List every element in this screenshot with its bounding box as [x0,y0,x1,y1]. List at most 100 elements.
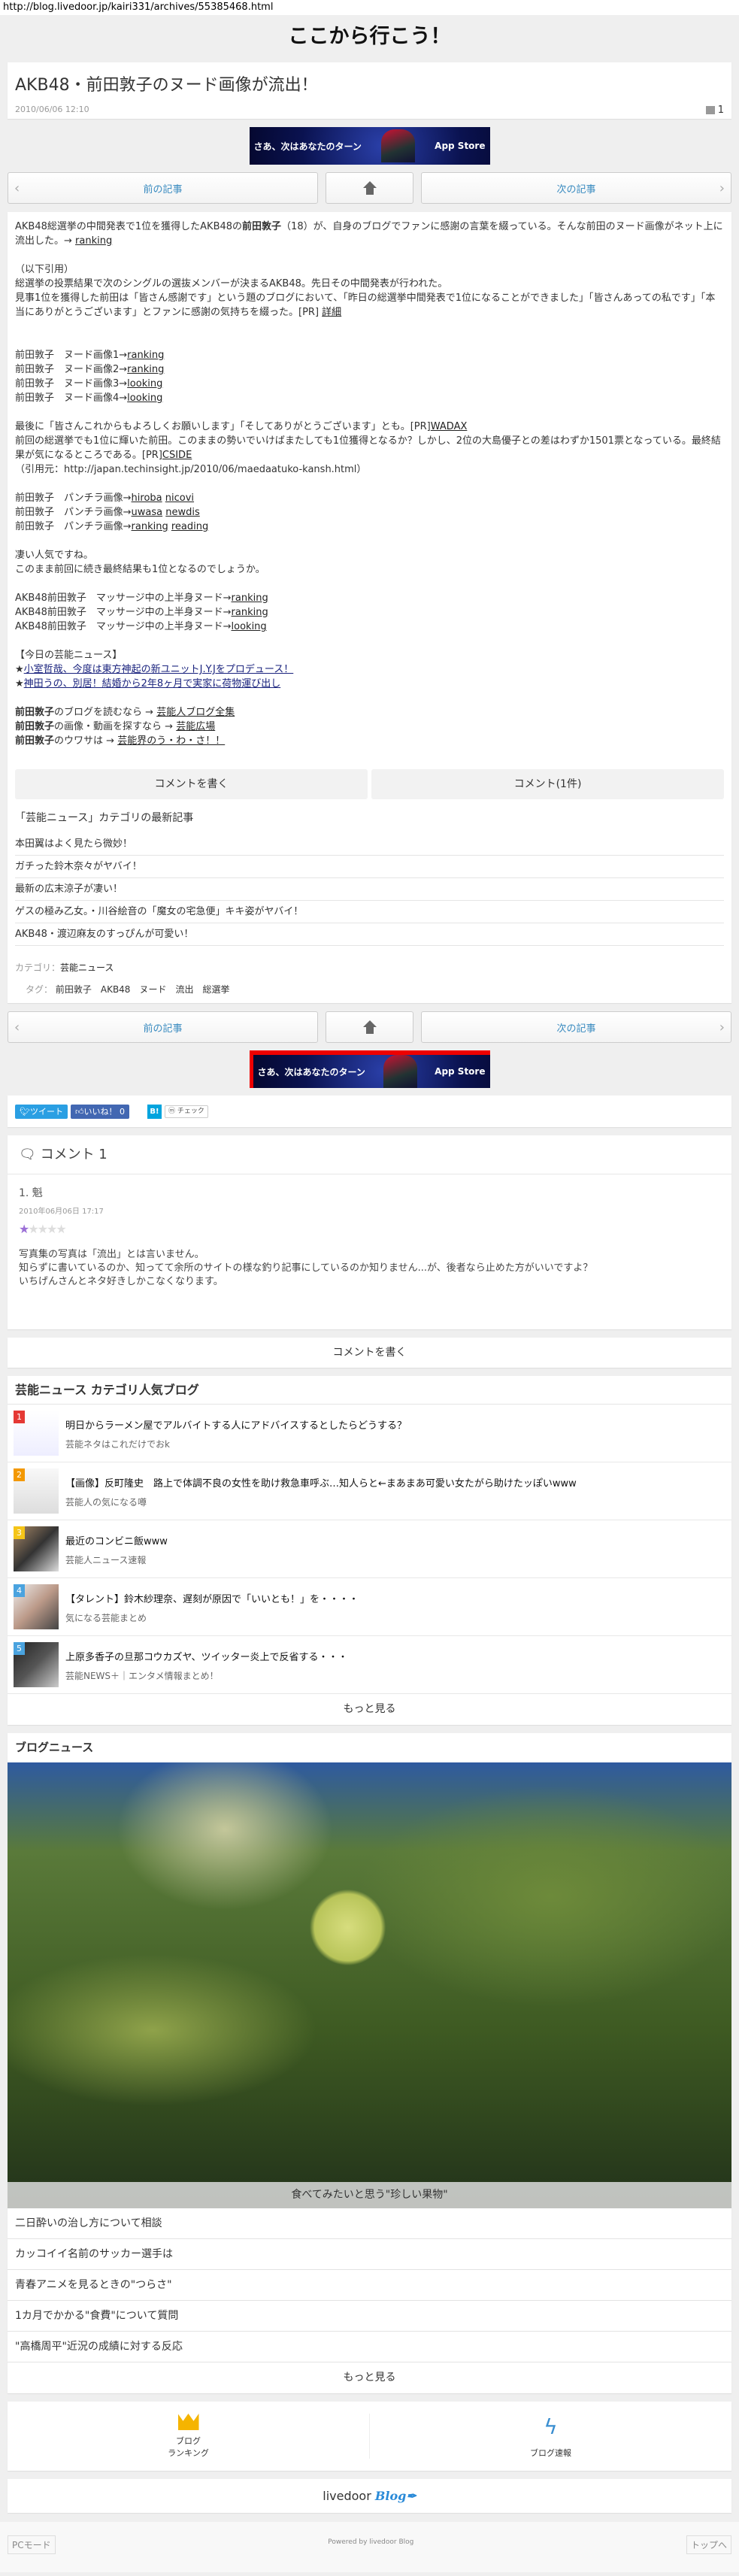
blog-news-item[interactable]: カッコイイ名前のサッカー選手は [8,2239,731,2270]
body-link[interactable]: ranking [75,235,112,247]
body-link[interactable]: looking [232,621,267,632]
body-link[interactable]: uwasa [132,507,163,518]
body-line: 前田敦子の画像・動画を探すなら → 芸能広場 [15,720,724,734]
recent-article-link[interactable]: 本田翼はよく見たら微妙！ [15,833,724,856]
body-link[interactable]: ranking [132,521,168,532]
body-text: AKB48前田敦子 マッサージ中の上半身ヌード→ [15,592,232,604]
back-to-top-button[interactable]: トップへ [686,2535,731,2554]
recent-article-link[interactable]: 最新の広末涼子が凄い！ [15,878,724,901]
body-link[interactable]: 芸能人ブログ全集 [156,707,235,718]
recent-article-link[interactable]: ガチった鈴木奈々がヤバイ！ [15,856,724,878]
recent-article-link[interactable]: AKB48・渡辺麻友のすっぴんが可愛い！ [15,923,724,946]
body-link[interactable]: looking [127,392,162,404]
tag-link[interactable]: 流出 [175,984,193,995]
blog-news-item[interactable]: 二日酔いの治し方について相談 [8,2208,731,2239]
popular-blog-item[interactable]: 2 【画像】反町隆史 路上で体調不良の女性を助け救急車呼ぶ…知人らと←まあまあ可愛… [8,1462,731,1520]
write-comment-button[interactable]: コメントを書く [8,1338,731,1368]
tag-link[interactable]: AKB48 [101,984,131,995]
body-link[interactable]: CSIDE [162,450,192,461]
blog-ranking-link[interactable]: ブログ ランキング [8,2414,370,2459]
body-line: 前田敦子のブログを読むなら → 芸能人ブログ全集 [15,705,724,720]
write-comment-button[interactable]: コメントを書く [15,769,368,799]
body-link[interactable]: WADAX [431,421,468,432]
star-icon: ★ [47,1222,57,1236]
body-link[interactable]: newdis [165,507,200,518]
recent-article-link[interactable]: ゲスの極み乙女。・川谷絵音の「魔女の宅急便」キキ姿がヤバイ！ [15,901,724,923]
body-line: 前田敦子 ヌード画像4→looking [15,391,724,405]
facebook-like-button[interactable]: 👍︎いいね！ 0 [70,1104,129,1119]
tag-link[interactable]: 総選挙 [202,984,229,995]
recent-articles-list: 本田翼はよく見たら微妙！ ガチった鈴木奈々がヤバイ！ 最新の広末涼子が凄い！ ゲ… [15,833,724,946]
popular-blogs-section: 芸能ニュース カテゴリ人気ブログ 1 明日からラーメン屋でアルバイトする人にアドバ… [8,1376,731,1725]
popular-blog-item[interactable]: 5 上原多香子の旦那コウカズヤ、ツイッター炎上で反省する・・・ 芸能NEWS＋｜エン… [8,1636,731,1694]
body-text: 前田敦子 [15,721,55,732]
ad-banner[interactable]: さあ、次はあなたのターン App Store [249,127,490,165]
body-text: ★ [15,664,24,675]
body-link[interactable]: reading [171,521,208,532]
home-icon [362,180,377,195]
comments-heading: 🗨︎ コメント 1 [8,1135,731,1174]
popular-more-button[interactable]: もっと見る [8,1694,731,1725]
blog-news-item[interactable]: 1カ月でかかる"食費"について質問 [8,2301,731,2332]
body-link[interactable]: 神田うの、別居！結婚から2年8ヶ月で実家に荷物運び出し [24,678,281,689]
comment-count[interactable]: 1 [705,105,724,116]
popular-blog-item[interactable]: 4 【タレント】鈴木紗理奈、遅刻が原因で「いいとも！」を・・・・ 気になる芸能まとめ [8,1578,731,1636]
body-line: 前田敦子 ヌード画像3→looking [15,377,724,391]
view-comments-button[interactable]: コメント(1件) [371,769,724,799]
body-link[interactable]: ranking [127,350,164,361]
popular-blog-item[interactable]: 3 最近のコンビニ飯www 芸能人ニュース速報 [8,1520,731,1578]
mixi-check-button[interactable]: ⓜ チェック [164,1105,208,1118]
comment-rating: ★★★★★ [19,1222,720,1236]
ad-banner[interactable]: さあ、次はあなたのターン App Store [249,1050,490,1088]
body-link[interactable]: nicovi [165,492,194,504]
body-line: 前田敦子 ヌード画像2→ranking [15,362,724,377]
blog-news-feature[interactable]: 食べてみたいと思う"珍しい果物" [8,1762,731,2208]
blog-news-item[interactable]: 青春アニメを見るときの"つらさ" [8,2270,731,2301]
blog-news-more-button[interactable]: もっと見る [8,2362,731,2393]
body-link[interactable]: ranking [232,592,268,604]
home-button[interactable] [326,1011,413,1043]
body-link[interactable]: 小室哲哉、今度は東方神起の新ユニットJ.Y.Jをプロデュース！ [24,664,294,675]
body-line: ★神田うの、別居！結婚から2年8ヶ月で実家に荷物運び出し [15,677,724,691]
body-line [15,534,724,548]
popular-blog-thumbnail: 3 [14,1526,59,1571]
crown-icon [177,2414,199,2430]
twitter-icon: 🐦︎ [20,1106,30,1117]
body-link[interactable]: looking [127,378,162,389]
site-title[interactable]: ここから行こう！ [0,15,739,62]
body-text: のウワサは → [54,735,118,747]
body-link[interactable]: ranking [127,364,164,375]
body-link[interactable]: ranking [232,607,268,618]
body-line [15,477,724,491]
tweet-button[interactable]: 🐦︎ツイート [15,1104,68,1119]
body-text: 前田敦子 ヌード画像2→ [15,364,128,375]
body-link[interactable]: 詳細 [322,307,341,318]
next-article-button[interactable]: 次の記事 › [421,172,731,204]
body-text: （引用元：http://japan.techinsight.jp/2010/06… [15,464,367,475]
prev-article-button[interactable]: ‹ 前の記事 [8,1011,318,1043]
tag-link[interactable]: 前田敦子 [56,984,92,995]
pc-mode-button[interactable]: PCモード [8,2535,56,2554]
body-link[interactable]: 芸能広場 [176,721,215,732]
article-title: AKB48・前田敦子のヌード画像が流出！ [15,76,318,95]
article-header: AKB48・前田敦子のヌード画像が流出！ 2010/06/06 12:10 1 [8,62,731,119]
body-line [15,248,724,262]
blog-sokuho-link[interactable]: ϟ ブログ速報 [370,2402,731,2471]
tag-link[interactable]: ヌード [139,984,166,995]
category-link[interactable]: 芸能ニュース [60,962,114,973]
prev-article-button[interactable]: ‹ 前の記事 [8,172,318,204]
body-link[interactable]: hiroba [132,492,162,504]
body-text: の画像・動画を探すなら → [54,721,177,732]
body-link[interactable]: 芸能界のう・わ・さ！！ [117,735,225,747]
home-button[interactable] [326,172,413,204]
body-text: 前田敦子 [15,707,55,718]
rank-badge: 3 [14,1526,25,1539]
blog-news-heading: ブログニュース [15,1741,94,1754]
blog-news-item[interactable]: "高橋周平"近況の成績に対する反応 [8,2332,731,2362]
ad-banner-image [381,129,416,162]
popular-blog-item[interactable]: 1 明日からラーメン屋でアルバイトする人にアドバイスするとしたらどうする？ 芸能ネタ… [8,1405,731,1462]
body-text: AKB48前田敦子 マッサージ中の上半身ヌード→ [15,607,232,618]
livedoor-blog-logo[interactable]: livedoor Blog ✒ [8,2479,731,2513]
hatena-bookmark-button[interactable]: B! [147,1104,162,1119]
next-article-button[interactable]: 次の記事 › [421,1011,731,1043]
